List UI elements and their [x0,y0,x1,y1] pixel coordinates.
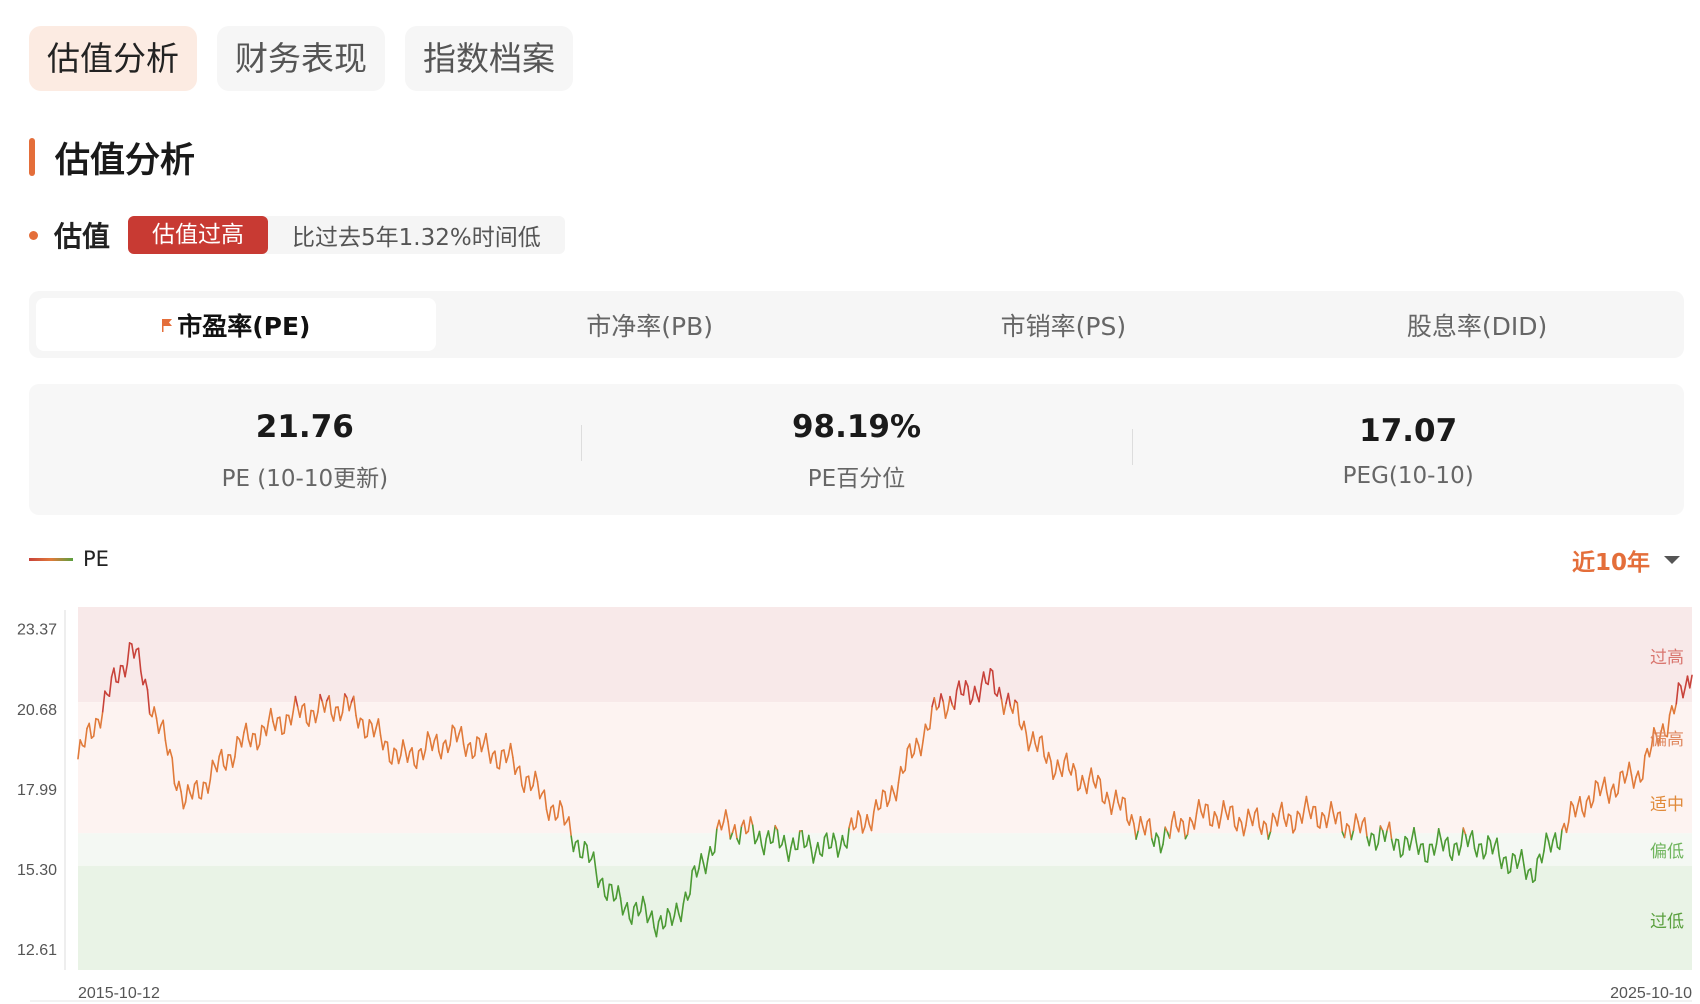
stat-peg-value: 17.07 [1359,412,1458,449]
metric-tabs: 市盈率(PE) 市净率(PB) 市销率(PS) 股息率(DID) [29,291,1684,358]
zone-band [78,865,1692,970]
stat-peg: 17.07 PEG(10-10) [1132,411,1684,489]
zone-bands [78,607,1692,970]
stat-pe-label: PE (10-10更新) [221,465,389,492]
valuation-status: 估值过高 比过去5年1.32%时间低 [128,216,565,254]
x-tick-label: 2025-10-10 [1610,985,1692,1002]
chevron-down-icon [1664,556,1680,564]
range-selector-label: 近10年 [1571,550,1650,576]
x-axis: 2015-10-12 2025-10-10 [30,985,1692,1002]
section-title: 估值分析 [29,134,196,181]
y-tick-label: 23.37 [17,622,57,639]
pe-chart: 23.37 20.68 17.99 15.30 12.61 过高偏高适中偏低过低 201… [17,607,1693,1002]
stat-pe: 21.76 PE (10-10更新) [29,407,581,493]
stat-peg-label: PEG(10-10) [1342,462,1474,489]
stats-panel: 21.76 PE (10-10更新) 98.19% PE百分位 17.07 PE… [29,384,1684,515]
tab-valuation[interactable]: 估值分析 [29,26,197,91]
range-selector[interactable]: 近10年 [1572,543,1680,577]
legend-label: PE [83,547,109,571]
top-tabs: 估值分析 财务表现 指数档案 [29,26,573,91]
zone-band [78,702,1692,834]
y-tick-label: 17.99 [17,782,57,799]
stat-percentile: 98.19% PE百分位 [580,407,1133,493]
flag-icon [162,318,173,332]
valuation-desc: 比过去5年1.32%时间低 [292,225,541,251]
tab-financials[interactable]: 财务表现 [217,26,385,91]
tab-index-profile[interactable]: 指数档案 [405,26,573,91]
valuation-label: 估值 [54,220,111,253]
y-tick-label: 15.30 [17,862,57,879]
zone-label: 适中 [1650,795,1684,814]
chart-legend: PE [29,547,109,571]
zone-band [78,607,1692,703]
zone-label: 偏高 [1650,730,1684,749]
x-tick-label: 2015-10-12 [78,985,160,1002]
tab-did[interactable]: 股息率(DID) [1277,298,1677,351]
zone-label: 过高 [1650,648,1684,667]
stat-pe-value: 21.76 [255,408,354,445]
valuation-badge: 估值过高 [128,216,269,254]
zone-label: 偏低 [1650,842,1684,861]
legend-line-icon [29,557,73,561]
y-tick-label: 20.68 [17,702,57,719]
y-axis: 23.37 20.68 17.99 15.30 12.61 [17,610,66,970]
tab-pe-label: 市盈率(PE) [177,311,311,341]
stat-percentile-label: PE百分位 [807,465,906,492]
bullet-dot-icon [29,230,38,240]
section-accent-bar [29,138,35,176]
stat-percentile-value: 98.19% [791,408,922,445]
y-tick-label: 12.61 [17,942,57,959]
zone-label: 过低 [1650,912,1684,931]
section-title-text: 估值分析 [55,140,196,181]
valuation-row: 估值 估值过高 比过去5年1.32%时间低 [29,215,565,255]
tab-pb[interactable]: 市净率(PB) [450,298,850,351]
tab-ps[interactable]: 市销率(PS) [864,298,1264,351]
tab-pe[interactable]: 市盈率(PE) [36,298,436,351]
